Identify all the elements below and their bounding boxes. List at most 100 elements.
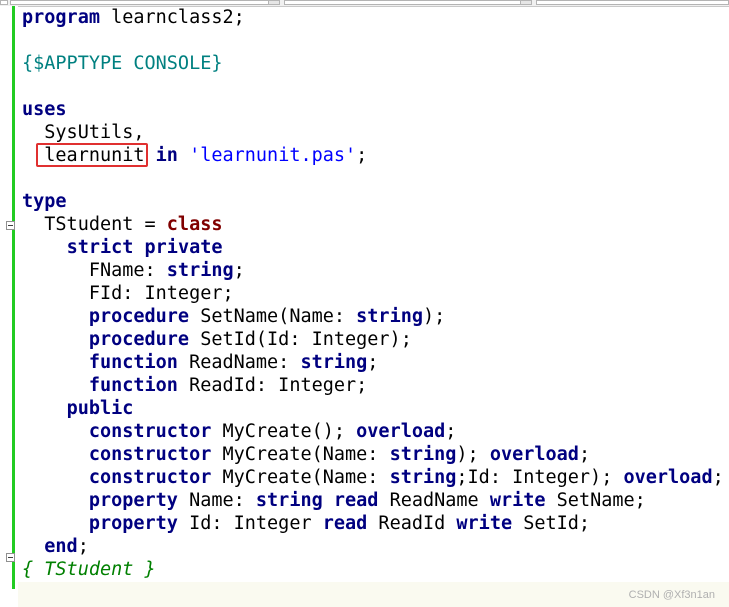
member-dropdown[interactable] <box>284 0 532 5</box>
chevron-down-icon[interactable] <box>520 0 532 5</box>
code-line[interactable]: {$APPTYPE CONSOLE} <box>22 52 724 75</box>
code-token: function <box>88 375 178 396</box>
code-token: Name: <box>177 490 256 511</box>
code-token: read <box>322 513 368 534</box>
code-token: write <box>456 513 513 534</box>
code-token: procedure <box>88 329 190 350</box>
code-line[interactable]: procedure SetId(Id: Integer); <box>22 328 724 351</box>
unit-dropdown[interactable] <box>10 0 280 5</box>
code-token: ReadName: <box>177 352 301 373</box>
code-line[interactable]: end; <box>22 535 724 558</box>
code-token: ; <box>356 145 368 166</box>
code-token: FId: Integer; <box>22 283 234 304</box>
code-token: 'learnunit.pas' <box>189 145 357 166</box>
code-token: FName: <box>22 260 167 281</box>
code-token: class <box>166 214 223 235</box>
code-token: Id: Integer <box>177 513 323 534</box>
code-line[interactable]: constructor MyCreate(Name: string); over… <box>22 443 724 466</box>
code-token: constructor <box>88 421 212 442</box>
code-line[interactable]: SysUtils, <box>22 121 724 144</box>
code-token: overload <box>489 444 579 465</box>
code-token: ; <box>712 467 724 488</box>
code-token: overload <box>356 421 446 442</box>
code-token: string <box>356 306 423 327</box>
code-token: string <box>255 490 323 511</box>
code-token: string <box>300 352 368 373</box>
code-editor[interactable]: program learnclass2; {$APPTYPE CONSOLE} us… <box>22 6 724 604</box>
code-line[interactable]: constructor MyCreate(); overload; <box>22 420 724 443</box>
code-token: MyCreate(); <box>211 421 357 442</box>
code-line[interactable]: uses <box>22 98 724 121</box>
toolbar-segment[interactable] <box>536 0 729 5</box>
code-token: string <box>389 444 457 465</box>
code-token: ; <box>77 536 89 557</box>
code-token: TStudent = <box>22 214 167 235</box>
code-line[interactable]: property Name: string read ReadName writ… <box>22 489 724 512</box>
code-token: program <box>22 7 100 28</box>
code-token: end <box>44 536 78 557</box>
code-token: ReadId <box>367 513 457 534</box>
code-line[interactable] <box>22 581 724 604</box>
editor-gutter[interactable] <box>0 6 18 607</box>
code-token: public <box>66 398 134 419</box>
code-line[interactable]: strict private <box>22 236 724 259</box>
code-token: string <box>389 467 457 488</box>
code-token: SysUtils, <box>22 122 145 143</box>
code-token: strict private <box>66 237 223 258</box>
chevron-down-icon[interactable] <box>268 0 280 5</box>
fold-collapse-icon[interactable] <box>6 221 15 230</box>
code-line[interactable]: FId: Integer; <box>22 282 724 305</box>
code-line[interactable]: public <box>22 397 724 420</box>
code-token: constructor <box>88 444 212 465</box>
toolbar-segment[interactable] <box>0 0 8 5</box>
code-token: MyCreate(Name: <box>211 467 390 488</box>
code-line[interactable]: TStudent = class <box>22 213 724 236</box>
code-token: MyCreate(Name: <box>211 444 390 465</box>
code-line[interactable] <box>22 167 724 190</box>
code-line[interactable]: constructor MyCreate(Name: string;Id: In… <box>22 466 724 489</box>
code-line[interactable]: FName: string; <box>22 259 724 282</box>
code-token: SetName(Name: <box>189 306 357 327</box>
code-token: write <box>489 490 546 511</box>
modified-lines-bar <box>12 6 15 589</box>
code-token: ReadId: Integer; <box>177 375 368 396</box>
code-token: function <box>88 352 178 373</box>
code-token: ); <box>422 306 446 327</box>
code-line[interactable]: procedure SetName(Name: string); <box>22 305 724 328</box>
watermark: CSDN @Xf3n1an <box>628 589 715 601</box>
code-line[interactable]: function ReadId: Integer; <box>22 374 724 397</box>
code-token: ); <box>456 444 490 465</box>
code-token: learnclass2; <box>99 7 245 28</box>
code-token: SetName; <box>545 490 646 511</box>
code-line[interactable]: { TStudent } <box>22 558 724 581</box>
code-token: string <box>166 260 234 281</box>
code-line[interactable]: type <box>22 190 724 213</box>
code-token: ; <box>578 444 591 465</box>
code-token: uses <box>22 99 67 120</box>
code-token: in <box>144 145 178 166</box>
code-line[interactable]: program learnclass2; <box>22 6 724 29</box>
code-line[interactable] <box>22 29 724 52</box>
code-line[interactable]: property Id: Integer read ReadId write S… <box>22 512 724 535</box>
code-token: { TStudent } <box>22 559 156 580</box>
code-line[interactable]: function ReadName: string; <box>22 351 724 374</box>
code-line[interactable] <box>22 75 724 98</box>
code-token: overload <box>623 467 713 488</box>
code-token: SetId; <box>512 513 591 534</box>
fold-collapse-icon[interactable] <box>6 553 15 562</box>
code-token: type <box>22 191 67 212</box>
